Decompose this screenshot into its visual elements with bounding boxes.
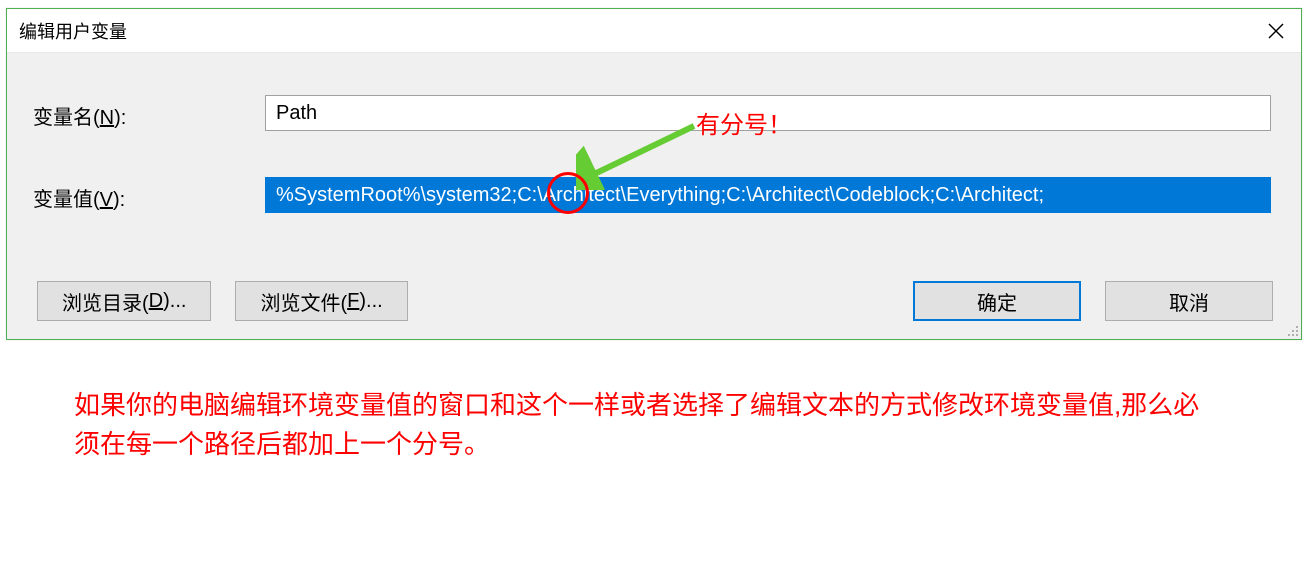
dialog-titlebar: 编辑用户变量 — [7, 9, 1301, 53]
edit-user-variable-dialog: 编辑用户变量 变量名(N): 变量值(V): 浏览目录(D)... — [6, 8, 1302, 340]
dialog-title: 编辑用户变量 — [19, 18, 127, 44]
variable-name-input[interactable] — [265, 95, 1271, 131]
resize-grip-icon[interactable] — [1285, 323, 1299, 337]
dialog-body: 变量名(N): 变量值(V): 浏览目录(D)... 浏览文件(F)... 确定… — [7, 53, 1301, 339]
close-icon — [1268, 23, 1284, 39]
browse-file-button[interactable]: 浏览文件(F)... — [235, 281, 407, 321]
ok-button[interactable]: 确定 — [913, 281, 1081, 321]
cancel-button[interactable]: 取消 — [1105, 281, 1273, 321]
close-button[interactable] — [1251, 9, 1301, 53]
explanation-text: 如果你的电脑编辑环境变量值的窗口和这个一样或者选择了编辑文本的方式修改环境变量值… — [74, 386, 1224, 464]
browse-directory-button[interactable]: 浏览目录(D)... — [37, 281, 211, 321]
variable-value-row: 变量值(V): — [33, 183, 263, 212]
dialog-button-row: 浏览目录(D)... 浏览文件(F)... 确定 取消 — [37, 281, 1273, 321]
variable-name-row: 变量名(N): — [33, 101, 263, 130]
variable-value-input[interactable] — [265, 177, 1271, 213]
variable-value-label: 变量值(V): — [33, 183, 263, 212]
variable-name-label: 变量名(N): — [33, 101, 263, 130]
